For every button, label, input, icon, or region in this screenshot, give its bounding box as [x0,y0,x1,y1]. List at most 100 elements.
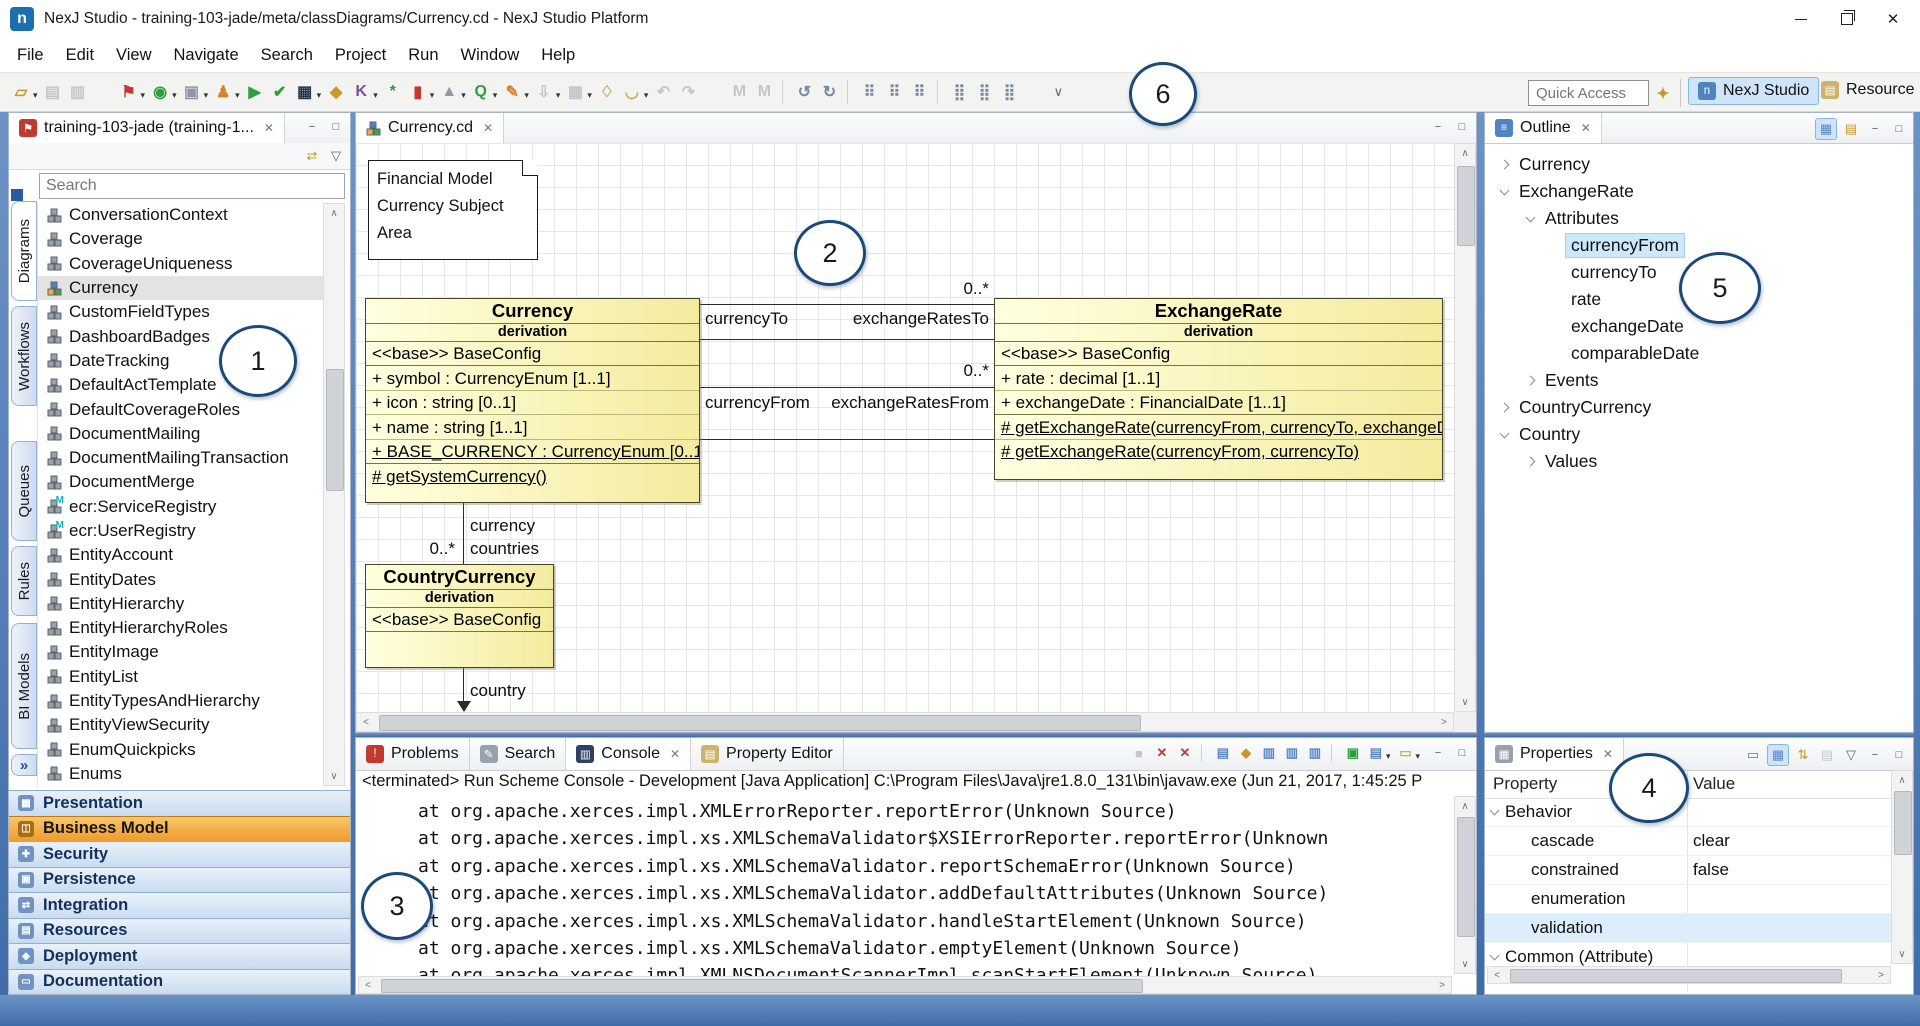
console-tab[interactable]: ▤ Property Editor ✕ [691,738,844,770]
toolbar-button[interactable]: ◡ ▾ [621,81,650,103]
scroll-up-icon[interactable]: ∧ [1455,144,1475,162]
maximize-view-icon[interactable]: □ [1452,118,1472,135]
list-item[interactable]: M EntityHierarchyRoles [38,616,324,640]
menu-item[interactable]: Search [250,42,324,69]
list-item[interactable]: M EntityTypesAndHierarchy [38,689,324,713]
menu-item[interactable]: File [6,42,55,69]
chevron-down-icon[interactable]: ▾ [556,90,561,101]
list-item[interactable]: M CoverageUniqueness [38,252,324,276]
list-item[interactable]: M EntityHierarchy [38,592,324,616]
view-menu-icon[interactable]: ▽ [326,146,346,166]
scroll-down-icon[interactable]: ∨ [1892,945,1912,963]
scroll-up-icon[interactable]: ∧ [1892,771,1912,789]
chevron-down-icon[interactable]: ▾ [644,90,649,101]
diagram-canvas[interactable]: Financial Model Currency Subject Area cu… [356,143,1454,712]
toolbar-button[interactable]: ▦ ▾ [294,81,323,103]
layer-button[interactable]: ▣ Persistence [9,867,350,893]
class-box-exchangerate[interactable]: ExchangeRate derivation <<base>> BaseCon… [994,298,1443,480]
column-value[interactable]: Value [1693,774,1735,794]
chevron-down-icon[interactable]: ▾ [33,90,38,101]
toolbar-button[interactable]: ⠿ ▾ [908,80,945,104]
toolbar-button[interactable]: ⣿ ▾ [948,81,970,103]
tree-chevron-icon[interactable] [1547,291,1565,309]
layer-button[interactable]: ▦ Presentation [9,790,350,816]
association-line[interactable] [463,503,464,564]
explorer-tab[interactable]: ⚑ training-103-jade (training-1... ✕ [9,113,285,143]
sort-icon[interactable]: ⇅ [1793,745,1813,765]
toolbar-button[interactable]: ↺ ▾ [793,81,815,103]
class-attribute[interactable]: + name : string [1..1] [366,415,699,440]
scrollbar-thumb[interactable] [326,369,344,491]
class-box-currency[interactable]: Currency derivation <<base>> BaseConfig … [365,298,700,503]
console-toolbar-button[interactable]: ▤ ▾ [1367,744,1392,762]
side-tab-workflows[interactable]: Workflows [11,306,37,406]
list-item[interactable]: M EntityDates [38,567,324,591]
list-item[interactable]: M DocumentMailing [38,422,324,446]
tree-chevron-icon[interactable] [1521,453,1539,471]
association-line[interactable] [700,439,994,440]
search-input[interactable] [39,173,345,199]
scroll-left-icon[interactable]: < [357,713,375,731]
properties-horizontal-scrollbar[interactable]: < > [1487,966,1891,984]
outline-node[interactable]: Currency [1487,151,1911,178]
tree-chevron-icon[interactable] [1485,803,1503,821]
tree-chevron-icon[interactable] [1485,861,1503,879]
scrollbar-thumb[interactable] [1457,817,1475,937]
console-tab[interactable]: ! Problems ✕ [356,738,470,770]
toolbar-button[interactable]: ↷ ▾ [677,81,725,103]
console-output[interactable]: at org.apache.xerces.impl.XMLErrorReport… [358,798,1450,976]
console-vertical-scrollbar[interactable]: ∧ ∨ [1454,796,1476,974]
list-item[interactable]: M Currency [38,276,324,300]
scroll-right-icon[interactable]: > [1872,967,1890,983]
tree-chevron-icon[interactable] [1495,183,1513,201]
chevron-down-icon[interactable]: ▾ [1386,751,1391,762]
property-row[interactable]: cascade clear [1485,827,1891,856]
association-line[interactable] [700,339,994,340]
tree-chevron-icon[interactable] [1485,948,1503,966]
property-row[interactable]: Behavior [1485,798,1891,827]
splitter-right[interactable] [1477,112,1484,995]
association-line[interactable] [463,668,464,702]
list-item[interactable]: M EnumQuickpicks [38,738,324,762]
console-toolbar-button[interactable]: ▥ ▾ [1283,744,1301,762]
property-value[interactable]: false [1693,860,1729,880]
list-item[interactable]: M EntityList [38,665,324,689]
class-box-countrycurrency[interactable]: CountryCurrency derivation <<base>> Base… [365,564,554,668]
toolbar-overflow-button[interactable]: ∨ [1045,80,1071,104]
toolbar-button[interactable]: ▶ ▾ [244,81,266,103]
minimize-view-icon[interactable]: − [1428,118,1448,135]
toolbar-button[interactable]: ⇩ ▾ [533,81,562,103]
outline-node[interactable]: comparableDate [1487,340,1911,367]
list-item[interactable]: M EntityImage [38,640,324,664]
chevron-down-icon[interactable]: ▾ [204,90,209,101]
outline-node[interactable]: CountryCurrency [1487,394,1911,421]
scroll-right-icon[interactable]: > [1433,977,1451,993]
menu-item[interactable]: Project [324,42,397,69]
toolbar-button[interactable]: ⚑ ▾ [118,81,147,103]
layer-button[interactable]: ▭ Documentation [9,969,350,995]
restore-defaults-icon[interactable]: ▤ [1817,745,1837,765]
menu-item[interactable]: Help [530,42,586,69]
tree-chevron-icon[interactable] [1547,237,1565,255]
toolbar-button[interactable]: ✎ ▾ [501,81,530,103]
scroll-down-icon[interactable]: ∨ [1455,955,1475,973]
minimize-view-icon[interactable]: − [302,118,322,135]
list-item[interactable]: M CustomFieldTypes [38,300,324,324]
list-item[interactable]: M ecr:ServiceRegistry [38,495,324,519]
side-tab-rules[interactable]: Rules [11,546,37,616]
scrollbar-thumb[interactable] [381,979,1143,993]
editor-tab-currency-cd[interactable]: Currency.cd ✕ [356,113,504,143]
list-item[interactable]: M EntityViewSecurity [38,713,324,737]
explorer-scrollbar[interactable]: ∧ ∨ [323,203,345,786]
maximize-view-icon[interactable]: □ [326,118,346,135]
scroll-left-icon[interactable]: < [359,977,377,993]
toolbar-button[interactable]: ⣿ ▾ [973,81,995,103]
open-perspective-icon[interactable]: ✦ [1652,83,1674,105]
tree-chevron-icon[interactable] [1547,318,1565,336]
class-attribute[interactable]: + exchangeDate : FinancialDate [1..1] [995,391,1442,415]
table-mode-icon[interactable]: ▤ [1841,119,1861,139]
class-method[interactable]: # getSystemCurrency() [366,464,699,488]
toolbar-button[interactable]: K ▾ [350,81,379,103]
toolbar-button[interactable]: ▣ ▾ [181,81,210,103]
tree-chevron-icon[interactable] [1521,372,1539,390]
